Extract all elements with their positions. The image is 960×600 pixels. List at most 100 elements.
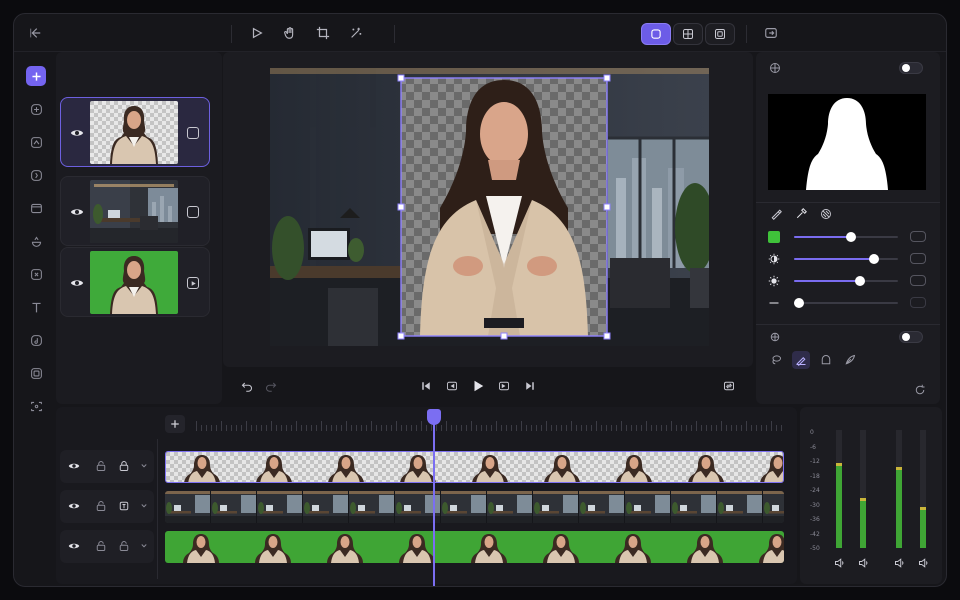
- eye-icon[interactable]: [68, 500, 80, 512]
- brush-icon[interactable]: [770, 208, 782, 220]
- db-label: -12: [810, 458, 820, 465]
- alpha-matte-preview: [768, 94, 926, 190]
- keyframe-icon[interactable]: [118, 500, 130, 512]
- keyframe-toggle[interactable]: [910, 275, 926, 286]
- lock-open-icon[interactable]: [95, 460, 107, 472]
- track-controls-1: [60, 450, 154, 483]
- speaker-icon[interactable]: [918, 557, 930, 569]
- background-clip[interactable]: [165, 491, 784, 523]
- hand-icon[interactable]: [279, 22, 301, 44]
- db-label: -50: [810, 545, 820, 552]
- shape-icon[interactable]: [820, 354, 832, 366]
- keyframe-toggle[interactable]: [910, 297, 926, 308]
- back-icon[interactable]: [24, 22, 46, 44]
- db-label: -42: [810, 530, 820, 538]
- greenscreen-clip[interactable]: [165, 531, 784, 563]
- reset-icon[interactable]: [914, 384, 926, 396]
- lock-open-icon[interactable]: [95, 540, 107, 552]
- brightness-slider[interactable]: [766, 274, 932, 288]
- lock-open-icon[interactable]: [95, 500, 107, 512]
- layer-thumbnail: [90, 180, 178, 243]
- stickers-icon[interactable]: [26, 132, 46, 152]
- play-button[interactable]: [470, 378, 486, 394]
- layer-select-checkbox[interactable]: [187, 206, 199, 218]
- eye-icon[interactable]: [68, 460, 80, 472]
- ai-generate-icon[interactable]: [26, 99, 46, 119]
- tool-sidebar: [14, 52, 56, 586]
- skip-end-icon[interactable]: [522, 378, 538, 394]
- chevron-down-icon[interactable]: [138, 460, 150, 472]
- crop-icon[interactable]: [312, 22, 334, 44]
- top-toolbar: [14, 14, 946, 52]
- lock-icon[interactable]: [118, 460, 130, 472]
- matte-toggle[interactable]: [899, 62, 923, 74]
- previous-frame-icon[interactable]: [444, 378, 460, 394]
- remove-background-icon: [770, 63, 780, 73]
- key-color-slider[interactable]: [766, 230, 932, 244]
- properties-panel: [756, 52, 940, 404]
- text-icon[interactable]: [26, 297, 46, 317]
- video-preview[interactable]: [270, 68, 709, 346]
- chevron-down-icon[interactable]: [138, 540, 150, 552]
- pattern-icon[interactable]: [820, 208, 832, 220]
- loop-icon[interactable]: [721, 378, 737, 394]
- layers-panel: [56, 52, 222, 404]
- layer-select-checkbox[interactable]: [187, 127, 199, 139]
- keyframe-toggle[interactable]: [910, 231, 926, 242]
- speaker-icon[interactable]: [834, 557, 846, 569]
- mask-icon: [770, 332, 780, 342]
- key-color-swatch[interactable]: [768, 231, 780, 243]
- play-icon[interactable]: [246, 22, 268, 44]
- eye-icon[interactable]: [70, 205, 84, 219]
- db-label: -36: [810, 516, 820, 523]
- layer-thumbnail: [90, 101, 178, 164]
- frame-view-toggle[interactable]: [705, 23, 735, 45]
- eye-icon[interactable]: [70, 276, 84, 290]
- captions-icon[interactable]: [26, 396, 46, 416]
- meter-bar: [920, 430, 926, 548]
- timeline-ruler[interactable]: [196, 419, 786, 431]
- pen-tool-button[interactable]: [792, 351, 810, 369]
- eye-icon[interactable]: [68, 540, 80, 552]
- edge-slider[interactable]: [766, 296, 932, 310]
- templates-icon[interactable]: [26, 198, 46, 218]
- video-layer-icon[interactable]: [187, 277, 199, 289]
- layer-item-greenscreen[interactable]: [60, 247, 210, 317]
- preview-canvas: [223, 52, 753, 367]
- lock-open-icon[interactable]: [118, 540, 130, 552]
- effects-icon[interactable]: [26, 165, 46, 185]
- grid-view-toggle[interactable]: [673, 23, 703, 45]
- feather-icon[interactable]: [844, 354, 856, 366]
- transitions-icon[interactable]: [26, 264, 46, 284]
- plus-icon: [171, 420, 179, 428]
- filters-icon[interactable]: [26, 231, 46, 251]
- skip-start-icon[interactable]: [418, 378, 434, 394]
- eye-icon[interactable]: [70, 126, 84, 140]
- playhead[interactable]: [433, 418, 435, 586]
- export-icon[interactable]: [760, 22, 782, 44]
- magic-icon[interactable]: [345, 22, 367, 44]
- keyframe-toggle[interactable]: [910, 253, 926, 264]
- mask-toggle[interactable]: [899, 331, 923, 343]
- speaker-icon[interactable]: [894, 557, 906, 569]
- speaker-icon[interactable]: [858, 557, 870, 569]
- contrast-icon: [768, 253, 780, 265]
- eyedropper-icon[interactable]: [795, 208, 807, 220]
- add-icon[interactable]: [26, 66, 46, 86]
- contrast-slider[interactable]: [766, 252, 932, 266]
- audio-icon[interactable]: [26, 330, 46, 350]
- layer-thumbnail: [90, 251, 178, 314]
- next-frame-icon[interactable]: [496, 378, 512, 394]
- layer-item-background[interactable]: [60, 176, 210, 246]
- layer-item-cutout[interactable]: [60, 97, 210, 167]
- single-view-toggle[interactable]: [641, 23, 671, 45]
- add-track-button[interactable]: [165, 415, 185, 433]
- media-icon[interactable]: [26, 363, 46, 383]
- redo-icon[interactable]: [263, 378, 279, 394]
- cutout-clip[interactable]: [165, 451, 784, 483]
- chevron-down-icon[interactable]: [138, 500, 150, 512]
- lasso-icon[interactable]: [770, 354, 782, 366]
- undo-icon[interactable]: [239, 378, 255, 394]
- db-label: -18: [810, 472, 820, 480]
- meter-bar: [836, 430, 842, 548]
